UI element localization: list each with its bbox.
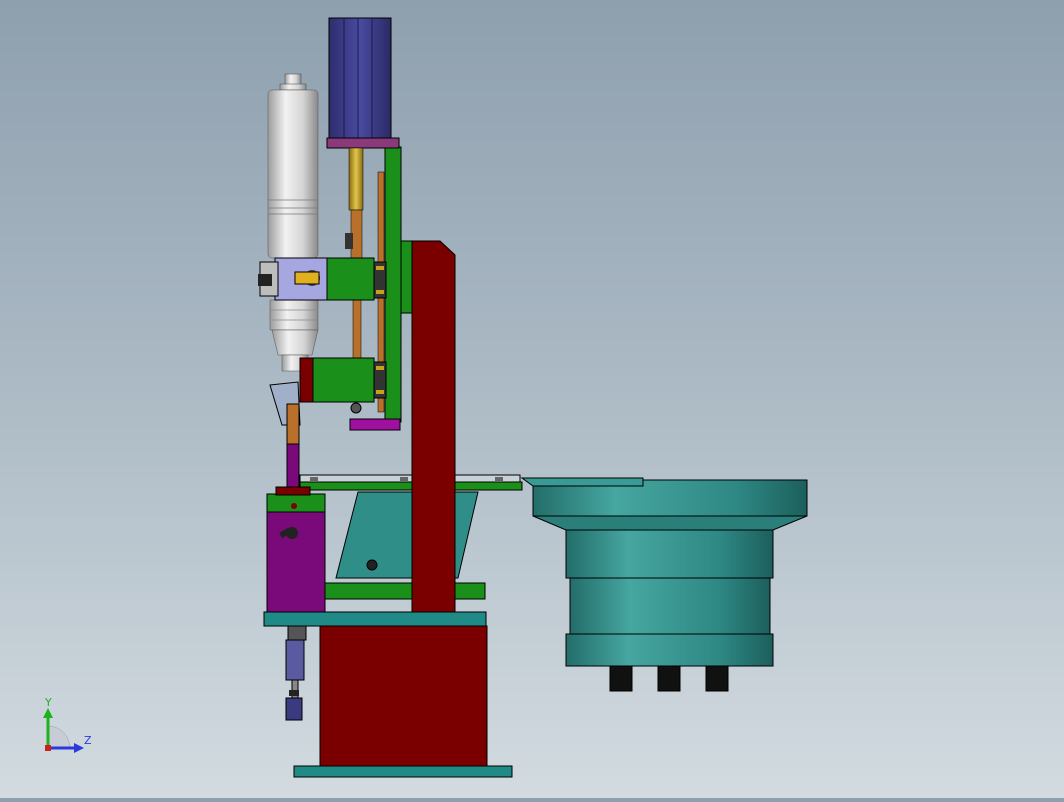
feed-rail xyxy=(299,474,521,483)
rail-clamp-3 xyxy=(495,477,503,481)
motor-body xyxy=(328,17,392,139)
ultrasonic-transducer xyxy=(267,73,319,372)
y-axis-arrow xyxy=(43,708,53,718)
coupling-clamp xyxy=(345,233,353,249)
cad-model-drawing: Y Z xyxy=(43,17,808,778)
clamp-bolt-head xyxy=(258,274,272,286)
rail-clamp-1 xyxy=(310,477,318,481)
vibrator-body xyxy=(335,491,479,579)
linear-feed-track xyxy=(299,474,523,491)
lower-screw-nut xyxy=(350,402,362,414)
stop-bracket xyxy=(349,418,401,431)
screw-shaft-lower xyxy=(352,299,362,361)
cylinder-fitting xyxy=(289,690,299,696)
transducer-body xyxy=(267,89,319,259)
z-axis-label: Z xyxy=(84,734,92,747)
tool-holder xyxy=(286,403,300,445)
bowl-rim-top xyxy=(520,477,644,487)
clamp-pin xyxy=(294,271,320,285)
vibrator-base-plate xyxy=(324,582,486,600)
base-cabinet xyxy=(319,625,488,767)
part-seat xyxy=(275,486,311,496)
servo-motor xyxy=(326,17,400,149)
coordinate-triad: Y Z xyxy=(43,696,92,753)
bowl-base-ring xyxy=(565,633,774,667)
lower-carriage-block xyxy=(312,357,375,403)
transducer-cap-neck xyxy=(279,83,307,91)
vibratory-bowl-feeder xyxy=(520,477,808,692)
pusher-rod xyxy=(286,443,300,488)
cad-viewport[interactable]: Y Z xyxy=(0,0,1064,798)
control-box xyxy=(266,486,326,613)
motor-flange xyxy=(326,137,400,149)
horn-taper xyxy=(271,329,319,356)
booster xyxy=(269,299,319,331)
triad-arc xyxy=(47,725,71,749)
upper-carriage xyxy=(326,257,387,301)
cylinder-end xyxy=(285,697,303,721)
transducer-clamp xyxy=(258,257,328,301)
feed-rail-base xyxy=(299,481,523,491)
slide-plate xyxy=(384,146,402,423)
column-body xyxy=(411,240,456,613)
bowl-foot-2 xyxy=(657,664,681,692)
z-axis-arrow xyxy=(74,743,84,753)
lower-air-cylinder xyxy=(285,625,307,721)
lower-carriage xyxy=(299,357,387,414)
rail-clamp-2 xyxy=(400,477,408,481)
control-box-screw xyxy=(291,503,297,509)
bowl-foot-3 xyxy=(705,664,729,692)
main-column xyxy=(411,240,456,613)
bowl-cone xyxy=(532,515,808,531)
linear-vibrator xyxy=(324,491,486,600)
weld-head-tool xyxy=(269,381,301,488)
cylinder-mount xyxy=(287,625,307,641)
triad-origin xyxy=(45,745,51,751)
lead-screw xyxy=(345,147,364,361)
bowl-foot-1 xyxy=(609,664,633,692)
vibrator-knob xyxy=(366,559,378,571)
base-foot-plate xyxy=(293,765,513,778)
y-axis-label: Y xyxy=(44,696,52,709)
lower-carriage-red xyxy=(299,357,315,403)
bowl-drive-body xyxy=(569,577,771,635)
table-top-plate xyxy=(263,611,487,627)
screw-shaft-upper xyxy=(348,147,364,211)
bowl-upper-ring xyxy=(565,529,774,579)
upper-carriage-block xyxy=(326,257,375,301)
cylinder-body xyxy=(285,639,305,681)
control-box-top xyxy=(266,493,326,513)
